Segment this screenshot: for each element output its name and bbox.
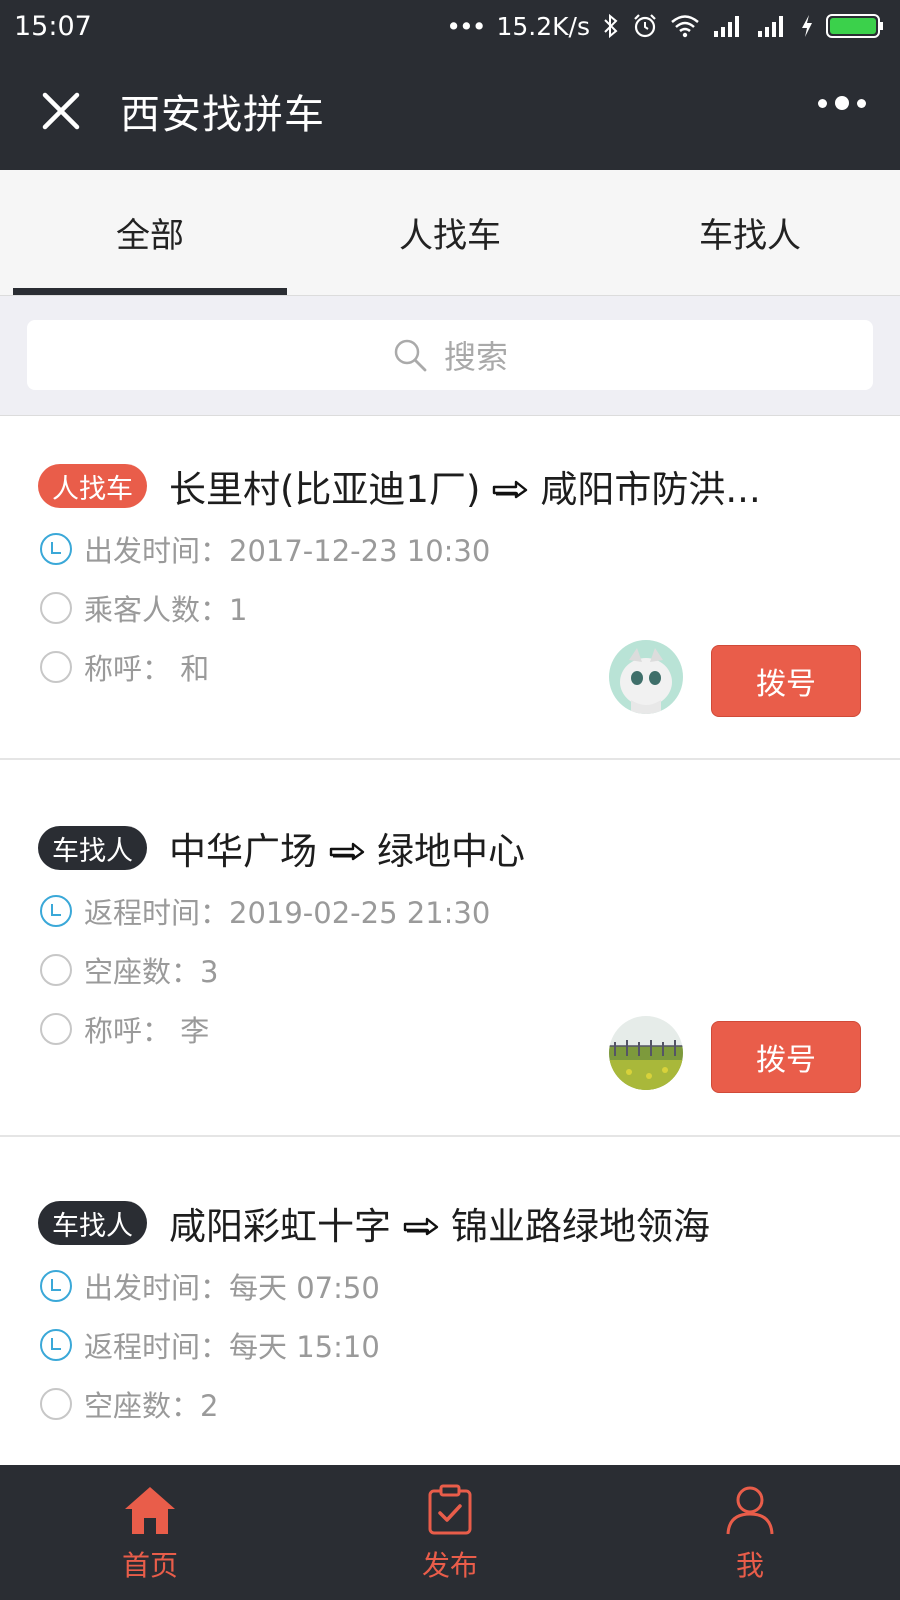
route-from: 长里村(比亚迪1厂) (169, 468, 481, 511)
list-item[interactable]: 车找人 咸阳彩虹十字 锦业路绿地领海 出发时间：每天 07:50 返程时间：每天… (0, 1138, 900, 1465)
info-row: 称呼： 和 (38, 646, 209, 688)
clock-icon (38, 1268, 74, 1304)
info-row: 返程时间：每天 15:10 (38, 1324, 380, 1366)
signal-icon-2 (756, 14, 788, 38)
bottom-nav: 首页 发布 我 (0, 1465, 900, 1600)
route-arrow-icon (329, 827, 365, 870)
circle-icon (38, 952, 74, 988)
clock-icon (38, 531, 74, 567)
status-dots: ••• (446, 11, 486, 41)
status-time: 15:07 (14, 10, 92, 42)
route-title: 长里村(比亚迪1厂) 咸阳市防洪... (169, 459, 761, 513)
nav-label: 发布 (421, 1548, 478, 1582)
info-text: 空座数：3 (84, 955, 219, 989)
charging-icon (800, 14, 814, 38)
more-icon[interactable] (818, 96, 866, 110)
tab-label: 车找人 (699, 216, 801, 256)
page-title: 西安找拼车 (120, 92, 325, 138)
tab-car-seeks-person[interactable]: 车找人 (600, 170, 900, 295)
clock-icon (38, 1327, 74, 1363)
circle-icon (38, 590, 74, 626)
route-title: 中华广场 绿地中心 (169, 821, 525, 875)
info-row: 称呼： 李 (38, 1008, 209, 1050)
tab-person-seeks-car[interactable]: 人找车 (300, 170, 600, 295)
user-icon (722, 1482, 778, 1538)
tab-all[interactable]: 全部 (0, 170, 300, 295)
info-row: 返程时间：2019-02-25 21:30 (38, 890, 490, 932)
info-text: 乘客人数：1 (84, 593, 248, 627)
info-row: 出发时间：2017-12-23 10:30 (38, 528, 490, 570)
info-row: 乘客人数：1 (38, 587, 247, 629)
signal-icon (712, 14, 744, 38)
info-text: 返程时间：2019-02-25 21:30 (84, 896, 491, 930)
alarm-icon (632, 13, 658, 39)
circle-icon (38, 649, 74, 685)
status-badge: 车找人 (38, 826, 147, 870)
battery-icon (826, 13, 884, 39)
bluetooth-icon (602, 13, 620, 39)
search-input[interactable]: 搜索 (27, 320, 873, 390)
publish-icon (422, 1482, 478, 1538)
info-text: 返程时间：每天 15:10 (84, 1330, 380, 1364)
title-bar: 西安找拼车 (0, 52, 900, 170)
network-speed: 15.2K/s (496, 11, 590, 41)
search-area: 搜索 (0, 296, 900, 416)
route-title: 咸阳彩虹十字 锦业路绿地领海 (169, 1196, 710, 1250)
tab-label: 人找车 (399, 216, 501, 256)
search-icon (392, 337, 428, 373)
info-row: 空座数：2 (38, 1383, 218, 1425)
wifi-icon (670, 14, 700, 38)
info-text: 出发时间：每天 07:50 (84, 1271, 380, 1305)
dial-button[interactable]: 拨号 (711, 645, 861, 717)
nav-label: 我 (735, 1548, 764, 1582)
info-text: 空座数：2 (84, 1389, 219, 1423)
nav-publish[interactable]: 发布 (300, 1465, 600, 1600)
dial-button[interactable]: 拨号 (711, 1021, 861, 1093)
status-badge: 人找车 (38, 464, 147, 508)
nav-label: 首页 (121, 1548, 178, 1582)
circle-icon (38, 1386, 74, 1422)
nav-me[interactable]: 我 (600, 1465, 900, 1600)
route-from: 咸阳彩虹十字 (169, 1205, 391, 1248)
close-icon[interactable] (36, 86, 86, 136)
info-row: 出发时间：每天 07:50 (38, 1265, 380, 1307)
info-row: 空座数：3 (38, 949, 218, 991)
tab-bar: 全部 人找车 车找人 (0, 170, 900, 296)
avatar[interactable] (609, 1016, 683, 1090)
route-arrow-icon (492, 465, 528, 508)
list-item[interactable]: 人找车 长里村(比亚迪1厂) 咸阳市防洪... 出发时间：2017-12-23 … (0, 416, 900, 760)
search-placeholder: 搜索 (443, 338, 508, 376)
status-indicators: ••• 15.2K/s (446, 12, 884, 41)
clock-icon (38, 893, 74, 929)
avatar[interactable] (609, 640, 683, 714)
status-badge: 车找人 (38, 1201, 147, 1245)
nav-home[interactable]: 首页 (0, 1465, 300, 1600)
tab-label: 全部 (116, 216, 184, 256)
route-arrow-icon (403, 1202, 439, 1245)
circle-icon (38, 1011, 74, 1047)
info-text: 称呼： 李 (84, 1014, 210, 1048)
route-from: 中华广场 (169, 830, 317, 873)
route-to: 咸阳市防洪... (540, 468, 761, 511)
route-to: 绿地中心 (377, 830, 525, 873)
home-icon (122, 1482, 178, 1538)
info-text: 称呼： 和 (84, 652, 210, 686)
route-to: 锦业路绿地领海 (451, 1205, 710, 1248)
list-item[interactable]: 车找人 中华广场 绿地中心 返程时间：2019-02-25 21:30 空座数：… (0, 761, 900, 1137)
info-text: 出发时间：2017-12-23 10:30 (84, 534, 491, 568)
status-bar: 15:07 ••• 15.2K/s (0, 0, 900, 52)
